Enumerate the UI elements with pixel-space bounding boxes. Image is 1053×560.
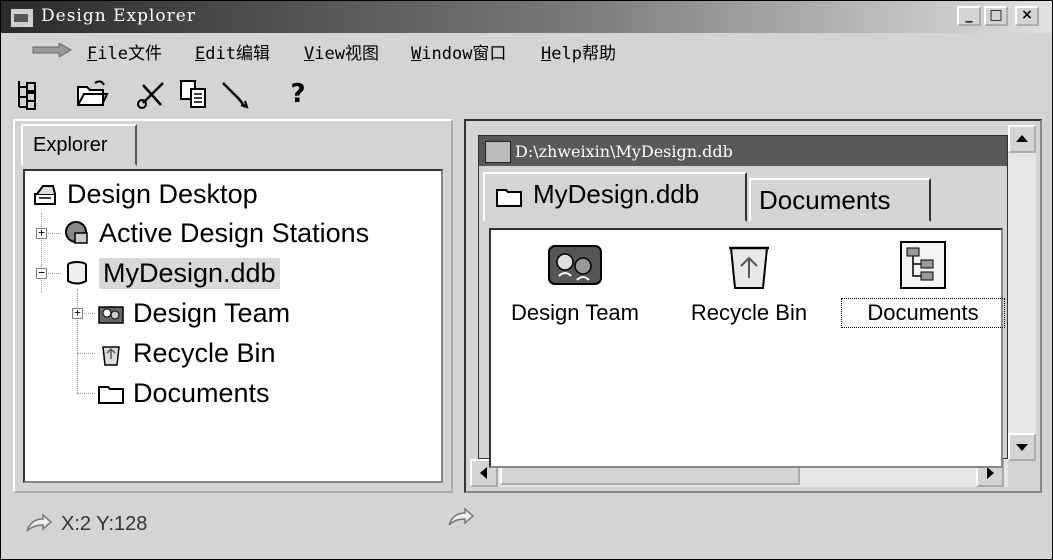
- design-stations-icon: [65, 221, 88, 244]
- explorer-tree-icon[interactable]: [13, 77, 47, 111]
- explorer-pane: Explorer Design Desktop + Active Design …: [13, 119, 453, 493]
- document-title-bar[interactable]: D:\zhweixin\MyDesign.ddb: [479, 136, 1007, 166]
- recycle-bin-icon: [102, 346, 120, 366]
- paste-icon[interactable]: [219, 77, 253, 111]
- menu-view[interactable]: View视图: [304, 39, 379, 64]
- documents-icon: [900, 241, 946, 289]
- close-button[interactable]: ×: [1015, 6, 1039, 26]
- maximize-button[interactable]: □: [984, 6, 1008, 26]
- menu-arrow-icon[interactable]: [31, 43, 73, 57]
- scroll-up-button[interactable]: [1008, 125, 1036, 153]
- open-folder-icon[interactable]: [75, 77, 109, 111]
- menu-edit[interactable]: Edit编辑: [195, 39, 270, 64]
- tree-line: [41, 213, 42, 293]
- collapse-toggle[interactable]: −: [36, 267, 47, 279]
- cut-scissors-icon[interactable]: [135, 77, 169, 111]
- arrow-up-icon: [1016, 135, 1028, 142]
- tab-explorer[interactable]: Explorer: [21, 124, 137, 166]
- menu-window[interactable]: Window窗口: [411, 39, 506, 64]
- cursor-arrow-icon: [448, 507, 475, 526]
- help-icon[interactable]: ?: [281, 77, 315, 111]
- expand-toggle[interactable]: +: [72, 307, 83, 319]
- window-title: Design Explorer: [41, 6, 196, 26]
- cursor-arrow-icon: [26, 513, 53, 532]
- database-icon: [67, 261, 87, 285]
- copy-icon[interactable]: [177, 77, 211, 111]
- document-path: D:\zhweixin\MyDesign.ddb: [515, 142, 733, 161]
- design-team-icon: [548, 245, 602, 285]
- cursor-coordinates: X:2 Y:128: [61, 513, 148, 535]
- toolbar: ?: [1, 73, 1052, 113]
- recycle-bin-icon: [729, 246, 769, 289]
- design-explorer-window: Design Explorer _ □ × File文件 Edit编辑 View…: [0, 0, 1053, 560]
- file-view: Design Team Recycle Bin Documents: [489, 228, 1005, 468]
- tree-node-recycle-bin[interactable]: Recycle Bin: [97, 336, 276, 370]
- minimize-button[interactable]: _: [957, 6, 981, 26]
- vertical-scrollbar[interactable]: [1008, 125, 1036, 461]
- file-item-design-team[interactable]: Design Team: [495, 236, 655, 326]
- tree-line: [77, 393, 95, 394]
- menu-help[interactable]: Help帮助: [541, 39, 616, 64]
- expand-toggle[interactable]: +: [36, 227, 47, 239]
- file-item-documents[interactable]: Documents: [841, 236, 1005, 328]
- tree-line: [77, 289, 78, 393]
- document-window: D:\zhweixin\MyDesign.ddb MyDesign.ddb Do…: [478, 135, 1008, 468]
- tree-line: [77, 353, 95, 354]
- tree-node-documents[interactable]: Documents: [97, 376, 270, 410]
- menu-file[interactable]: File文件: [87, 39, 162, 64]
- explorer-tree: Design Desktop + Active Design Stations …: [23, 169, 443, 483]
- arrow-down-icon: [1016, 444, 1028, 451]
- document-pane: D:\zhweixin\MyDesign.ddb MyDesign.ddb Do…: [464, 119, 1042, 493]
- document-icon: [485, 141, 511, 163]
- tree-node-mydesign-ddb[interactable]: MyDesign.ddb: [63, 256, 280, 290]
- design-team-icon: [98, 306, 124, 324]
- tree-node-design-desktop[interactable]: Design Desktop: [31, 177, 258, 211]
- folder-icon: [496, 189, 522, 207]
- status-bar: X:2 Y:128: [1, 501, 1052, 557]
- scroll-down-button[interactable]: [1008, 433, 1036, 461]
- app-icon[interactable]: [10, 8, 34, 28]
- tree-node-design-team[interactable]: Design Team: [97, 296, 290, 330]
- tab-mydesign-ddb[interactable]: MyDesign.ddb: [483, 172, 747, 222]
- tab-documents[interactable]: Documents: [749, 178, 931, 222]
- menu-bar: File文件 Edit编辑 View视图 Window窗口 Help帮助: [1, 37, 1052, 65]
- design-desktop-icon: [34, 185, 56, 205]
- tree-node-active-design-stations[interactable]: Active Design Stations: [63, 216, 369, 250]
- file-item-recycle-bin[interactable]: Recycle Bin: [669, 236, 829, 326]
- folder-icon: [98, 386, 124, 404]
- title-bar[interactable]: Design Explorer _ □ ×: [1, 1, 1052, 33]
